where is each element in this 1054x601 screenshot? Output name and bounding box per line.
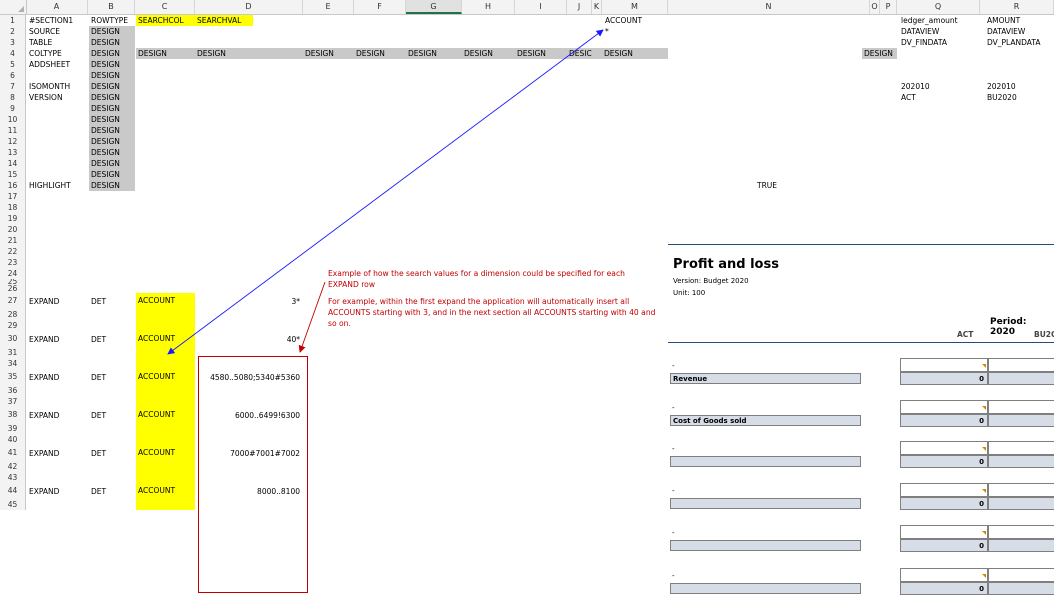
report-version: Version: Budget 2020 bbox=[673, 277, 749, 285]
comment-marker-icon bbox=[982, 364, 986, 368]
pl-row-label bbox=[670, 498, 861, 509]
blue-arrow bbox=[167, 29, 604, 355]
pl-value-bu[interactable] bbox=[988, 582, 1054, 595]
report-header-line bbox=[668, 342, 1054, 343]
pl-input-cell[interactable] bbox=[900, 441, 988, 455]
comment-marker-icon bbox=[982, 489, 986, 493]
pl-value-bu[interactable] bbox=[988, 414, 1054, 427]
column-bu: BU2C bbox=[1034, 330, 1054, 339]
pl-input-cell-bu[interactable] bbox=[988, 483, 1054, 497]
pl-row-dash: - bbox=[672, 572, 675, 580]
pl-value-act[interactable]: 0 bbox=[900, 455, 988, 468]
pl-input-cell-bu[interactable] bbox=[988, 568, 1054, 582]
pl-value-act[interactable]: 0 bbox=[900, 497, 988, 510]
pl-input-cell[interactable] bbox=[900, 483, 988, 497]
red-arrow bbox=[298, 281, 326, 353]
pl-value-bu[interactable] bbox=[988, 497, 1054, 510]
pl-input-cell[interactable] bbox=[900, 358, 988, 372]
pl-value-act[interactable]: 0 bbox=[900, 414, 988, 427]
report-title: Profit and loss bbox=[673, 257, 779, 272]
pl-input-cell[interactable] bbox=[900, 525, 988, 539]
pl-input-cell[interactable] bbox=[900, 568, 988, 582]
pl-value-act[interactable]: 0 bbox=[900, 372, 988, 385]
pl-row-dash: - bbox=[672, 362, 675, 370]
pl-row-label bbox=[670, 583, 861, 594]
pl-row-label bbox=[670, 540, 861, 551]
pl-row-label: Revenue bbox=[670, 373, 861, 384]
pl-value-bu[interactable] bbox=[988, 372, 1054, 385]
comment-marker-icon bbox=[982, 574, 986, 578]
annotation-arrows bbox=[167, 29, 604, 355]
pl-value-act[interactable]: 0 bbox=[900, 582, 988, 595]
column-act: ACT bbox=[957, 330, 974, 339]
pl-input-cell-bu[interactable] bbox=[988, 441, 1054, 455]
pl-input-cell-bu[interactable] bbox=[988, 358, 1054, 372]
pl-input-cell-bu[interactable] bbox=[988, 400, 1054, 414]
pl-input-cell-bu[interactable] bbox=[988, 525, 1054, 539]
pl-row-label: Cost of Goods sold bbox=[670, 415, 861, 426]
pl-input-cell[interactable] bbox=[900, 400, 988, 414]
pl-row-dash: - bbox=[672, 445, 675, 453]
comment-marker-icon bbox=[982, 447, 986, 451]
pl-value-act[interactable]: 0 bbox=[900, 539, 988, 552]
pl-row-dash: - bbox=[672, 404, 675, 412]
pl-row-label bbox=[670, 456, 861, 467]
pl-row-dash: - bbox=[672, 529, 675, 537]
comment-marker-icon bbox=[982, 531, 986, 535]
pl-row-dash: - bbox=[672, 487, 675, 495]
pl-value-bu[interactable] bbox=[988, 539, 1054, 552]
report-unit: Unit: 100 bbox=[673, 289, 706, 297]
pl-value-bu[interactable] bbox=[988, 455, 1054, 468]
comment-marker-icon bbox=[982, 406, 986, 410]
report-top-line bbox=[668, 244, 1054, 245]
